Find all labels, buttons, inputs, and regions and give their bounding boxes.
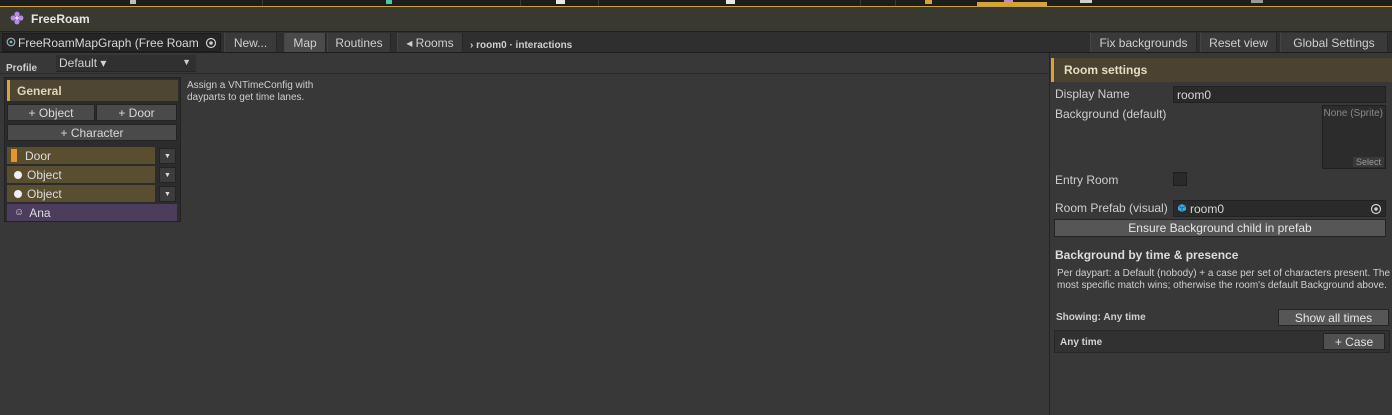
window-title: FreeRoam (31, 12, 90, 26)
node-menu-button[interactable]: ▼ (159, 148, 176, 164)
background-by-time-description: Per daypart: a Default (nobody) + a case… (1057, 268, 1391, 291)
background-sprite-field[interactable]: None (Sprite) Select (1322, 105, 1386, 169)
global-settings-button[interactable]: Global Settings (1280, 33, 1388, 52)
profile-row: Profile Default ▾ ▼ (0, 53, 196, 74)
node-label: Ana (29, 205, 51, 220)
sprite-none-text: None (Sprite) (1323, 108, 1383, 119)
node-menu-button[interactable]: ▼ (159, 167, 176, 183)
new-button[interactable]: New... (224, 33, 277, 52)
object-icon (14, 170, 22, 179)
add-door-button[interactable]: + Door (96, 104, 177, 121)
door-icon (11, 149, 17, 162)
time-lanes-hint: Assign a VNTimeConfig with dayparts to g… (187, 80, 314, 103)
tab-icon[interactable] (1251, 0, 1263, 3)
object-picker-icon[interactable] (205, 37, 217, 51)
time-lane-label: Any time (1060, 337, 1103, 348)
showing-label: Showing: Any time (1056, 312, 1146, 323)
object-icon (14, 189, 22, 198)
room-prefab-field[interactable]: room0 (1173, 200, 1386, 217)
sprite-select-button[interactable]: Select (1352, 157, 1384, 167)
entry-room-label: Entry Room (1055, 173, 1119, 187)
node-menu-button[interactable]: ▼ (159, 186, 176, 202)
tab-icon[interactable] (130, 0, 136, 4)
tab-icon[interactable] (1080, 0, 1092, 3)
profile-dropdown[interactable]: Default ▾ ▼ (56, 55, 196, 72)
divider (0, 73, 1048, 74)
display-name-label: Display Name (1055, 87, 1130, 101)
room-settings-header: Room settings (1051, 58, 1392, 82)
tab-icon[interactable] (726, 0, 735, 4)
node-panel: General + Object + Door + Character Door… (4, 77, 181, 222)
ensure-background-button[interactable]: Ensure Background child in prefab (1054, 219, 1386, 237)
prefab-value: room0 (1190, 201, 1225, 216)
tab-routines[interactable]: Routines (327, 33, 391, 52)
graph-asset-icon (6, 36, 16, 50)
flower-icon (10, 11, 24, 28)
node-door[interactable]: Door (7, 147, 155, 164)
object-picker-icon[interactable] (1370, 203, 1382, 218)
dropdown-arrow-icon: ▼ (182, 57, 191, 67)
background-label: Background (default) (1055, 107, 1167, 121)
tab-icon[interactable] (386, 0, 392, 4)
reset-view-button[interactable]: Reset view (1200, 33, 1277, 52)
node-label: Object (27, 186, 62, 201)
fix-backgrounds-button[interactable]: Fix backgrounds (1090, 33, 1197, 52)
graph-field-value: FreeRoamMapGraph (Free Roam (18, 35, 199, 50)
room-inspector: Room settings Display Name room0 Backgro… (1049, 53, 1392, 415)
tab-icon[interactable] (925, 0, 932, 4)
add-character-button[interactable]: + Character (7, 124, 177, 141)
breadcrumb: › room0 · interactions (470, 40, 573, 51)
entry-room-checkbox[interactable] (1173, 172, 1187, 186)
time-lane-row: Any time + Case (1054, 330, 1390, 353)
tab-icon[interactable] (556, 0, 565, 4)
node-label: Door (25, 148, 52, 163)
node-label: Object (27, 167, 62, 182)
background-by-time-title: Background by time & presence (1055, 248, 1239, 262)
add-object-button[interactable]: + Object (7, 104, 95, 121)
graph-object-field[interactable]: FreeRoamMapGraph (Free Roam (2, 33, 221, 52)
show-all-times-button[interactable]: Show all times (1278, 309, 1389, 326)
tab-map[interactable]: Map (284, 33, 326, 52)
node-object[interactable]: Object (7, 166, 155, 183)
node-character[interactable]: ☺ Ana (7, 204, 177, 221)
profile-value: Default ▾ (59, 56, 107, 70)
general-section-header[interactable]: General (7, 80, 178, 101)
toolbar: FreeRoamMapGraph (Free Roam New... Map R… (0, 32, 1392, 53)
node-object[interactable]: Object (7, 185, 155, 202)
character-icon: ☺ (14, 207, 25, 218)
display-name-field[interactable]: room0 (1173, 86, 1386, 103)
add-case-button[interactable]: + Case (1323, 333, 1385, 350)
room-prefab-label: Room Prefab (visual) (1055, 201, 1168, 215)
prefab-icon (1177, 202, 1187, 216)
window-header: FreeRoam (0, 6, 1392, 32)
rooms-button[interactable]: ◂ Rooms (397, 33, 463, 52)
